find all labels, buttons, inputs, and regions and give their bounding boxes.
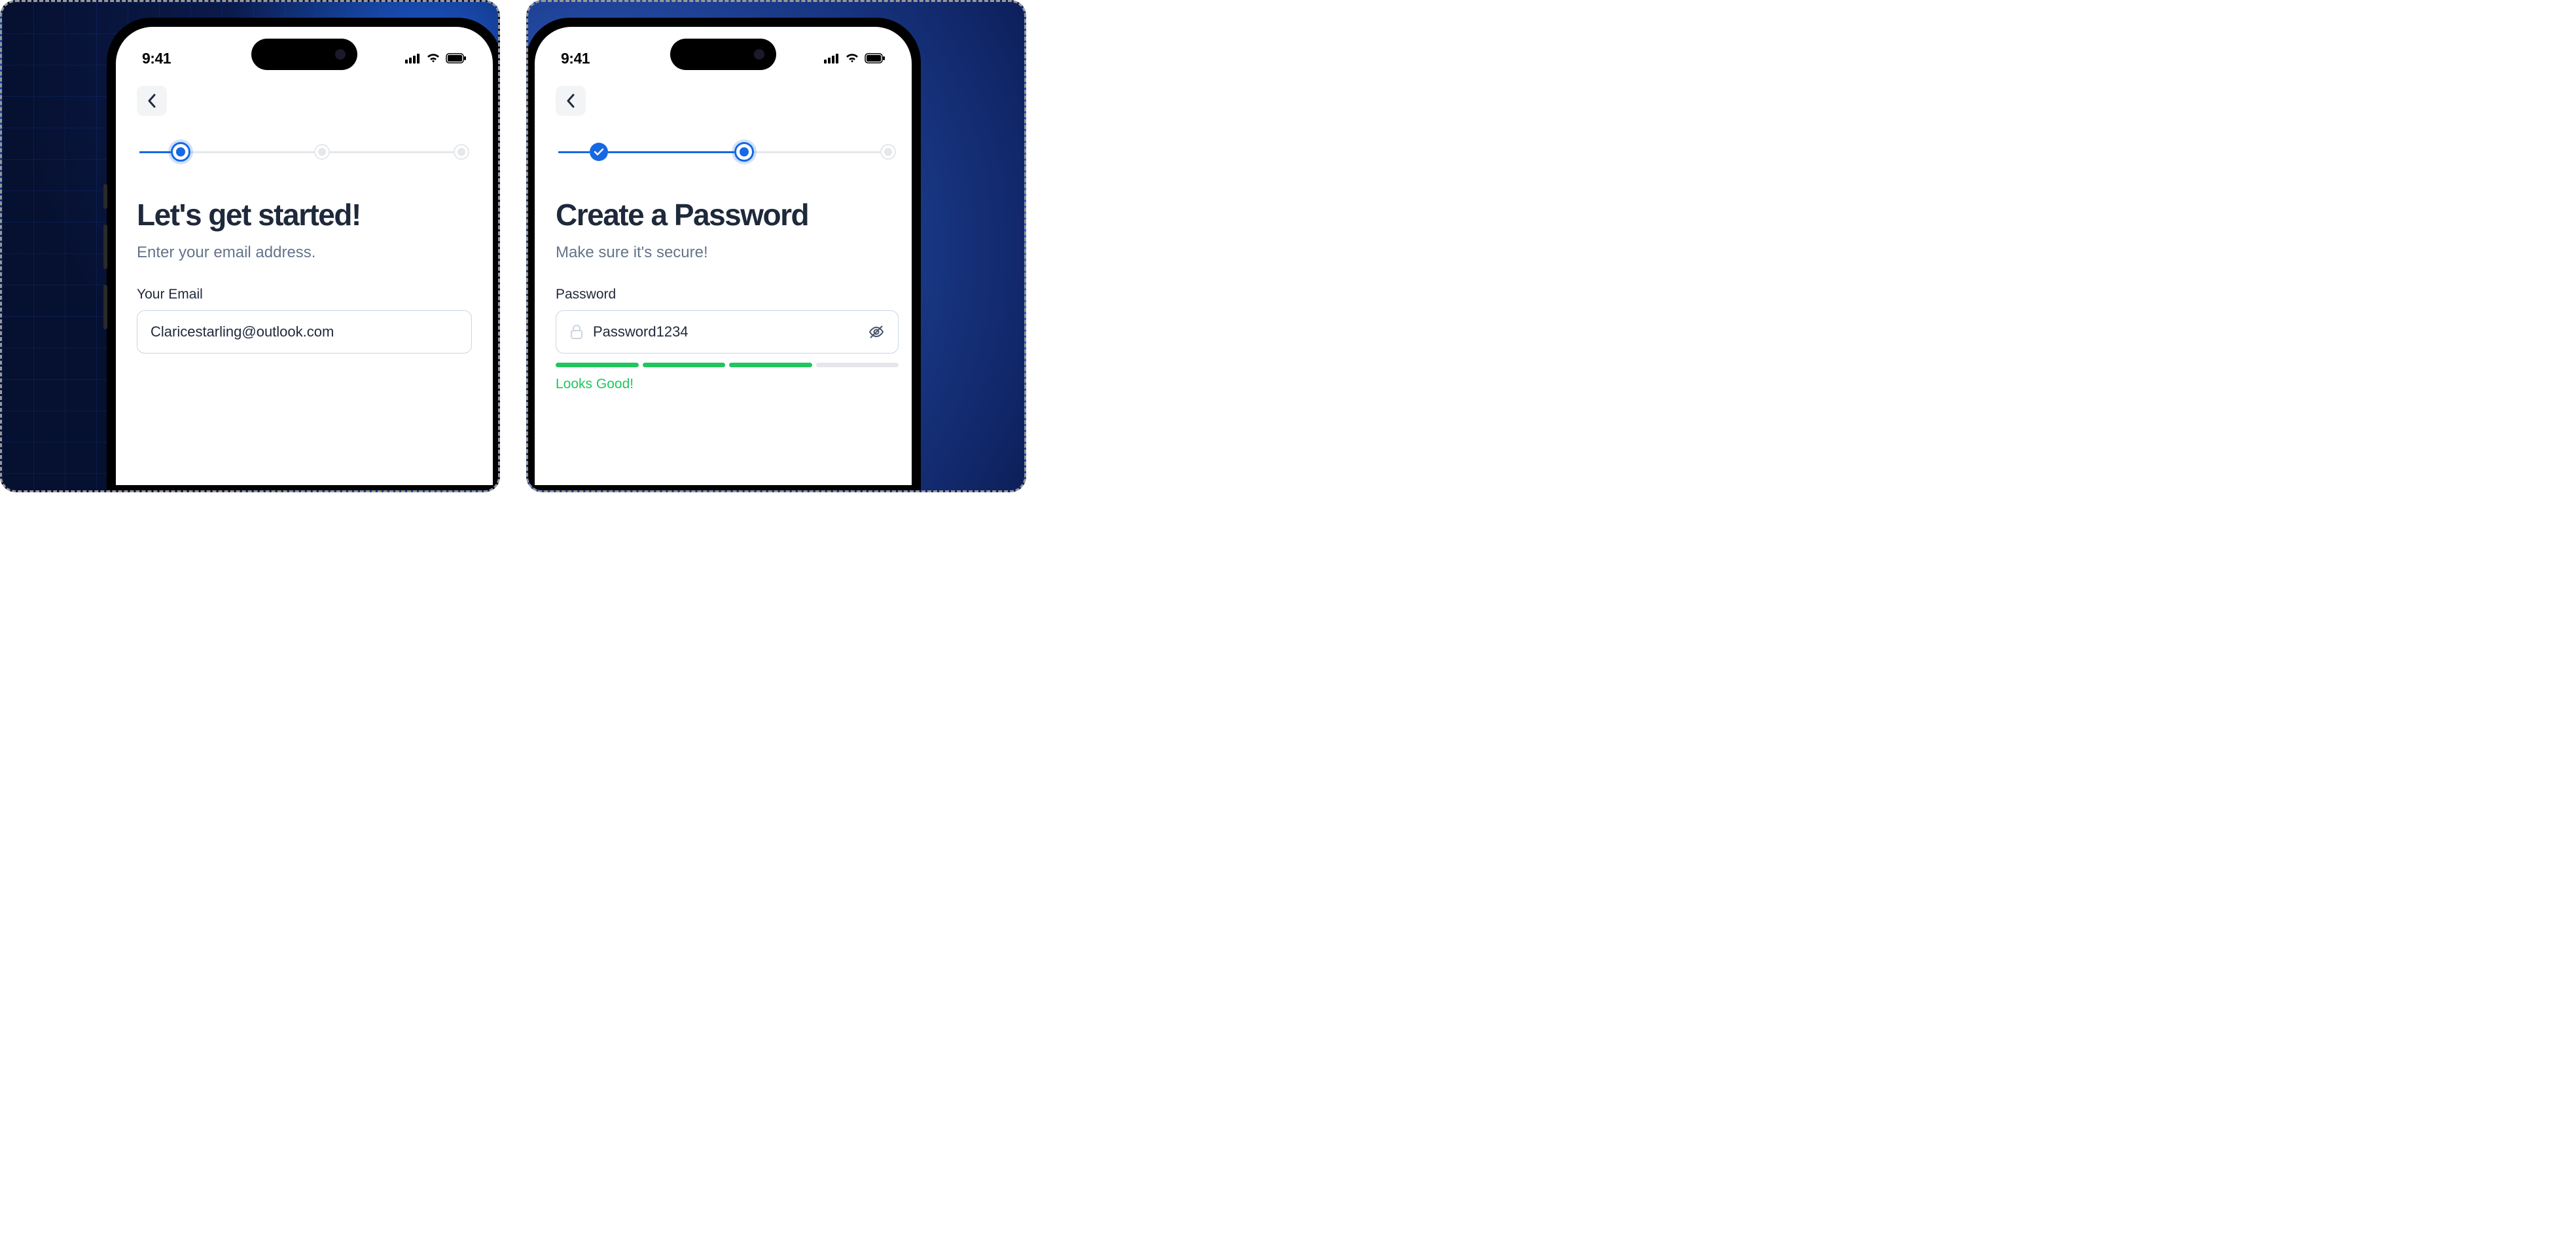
phone-frame: 9:41	[526, 18, 921, 492]
front-camera	[335, 49, 346, 60]
phone-screen: 9:41	[535, 27, 912, 485]
step-dot-current	[734, 142, 754, 162]
chevron-left-icon	[566, 94, 575, 108]
password-strength-meter	[556, 363, 899, 367]
password-input-wrapper[interactable]	[556, 310, 899, 354]
phone-frame: 9:41	[107, 18, 500, 492]
phone-screen: 9:41	[116, 27, 493, 485]
step-dot-current	[171, 142, 190, 162]
step-line	[558, 151, 590, 153]
strength-segment	[816, 363, 899, 367]
email-input-wrapper[interactable]	[137, 310, 472, 354]
status-icons	[405, 53, 467, 64]
page-subtitle: Enter your email address.	[137, 244, 472, 262]
password-field-label: Password	[556, 287, 899, 302]
battery-icon	[865, 53, 885, 64]
wifi-icon	[426, 53, 440, 64]
page-subtitle: Make sure it's secure!	[556, 244, 899, 262]
mockup-panel-password: 9:41	[526, 0, 1026, 492]
lock-icon	[569, 324, 584, 340]
screen-content: Create a Password Make sure it's secure!…	[535, 73, 912, 392]
step-dot-upcoming	[880, 144, 896, 160]
password-input[interactable]	[593, 323, 859, 340]
password-strength-text: Looks Good!	[556, 376, 899, 392]
chevron-left-icon	[147, 94, 156, 108]
wifi-icon	[845, 53, 859, 64]
step-line	[190, 151, 314, 153]
email-input[interactable]	[151, 323, 458, 340]
phone-volume-down	[103, 285, 107, 329]
check-icon	[594, 148, 604, 156]
phone-notch	[251, 39, 357, 70]
back-button[interactable]	[556, 86, 586, 116]
step-dot-upcoming	[454, 144, 469, 160]
step-line	[139, 151, 171, 153]
strength-segment	[556, 363, 639, 367]
step-dot-upcoming	[314, 144, 330, 160]
phone-volume-up	[103, 225, 107, 269]
battery-icon	[446, 53, 467, 64]
step-line	[608, 151, 734, 153]
step-line	[754, 151, 880, 153]
progress-stepper	[556, 142, 899, 162]
screen-content: Let's get started! Enter your email addr…	[116, 73, 493, 354]
step-dot-completed	[590, 143, 608, 161]
eye-off-icon[interactable]	[868, 324, 885, 340]
strength-segment	[643, 363, 726, 367]
mockup-panel-email: 9:41	[0, 0, 500, 492]
email-field-label: Your Email	[137, 287, 472, 302]
back-button[interactable]	[137, 86, 167, 116]
cellular-icon	[824, 53, 840, 64]
step-line	[330, 151, 454, 153]
page-title: Create a Password	[556, 198, 899, 232]
page-title: Let's get started!	[137, 198, 472, 232]
status-time: 9:41	[142, 50, 171, 67]
progress-stepper	[137, 142, 472, 162]
cellular-icon	[405, 53, 421, 64]
status-icons	[824, 53, 885, 64]
strength-segment	[729, 363, 812, 367]
phone-side-button	[103, 184, 107, 209]
front-camera	[754, 49, 764, 60]
status-time: 9:41	[561, 50, 590, 67]
phone-notch	[670, 39, 776, 70]
